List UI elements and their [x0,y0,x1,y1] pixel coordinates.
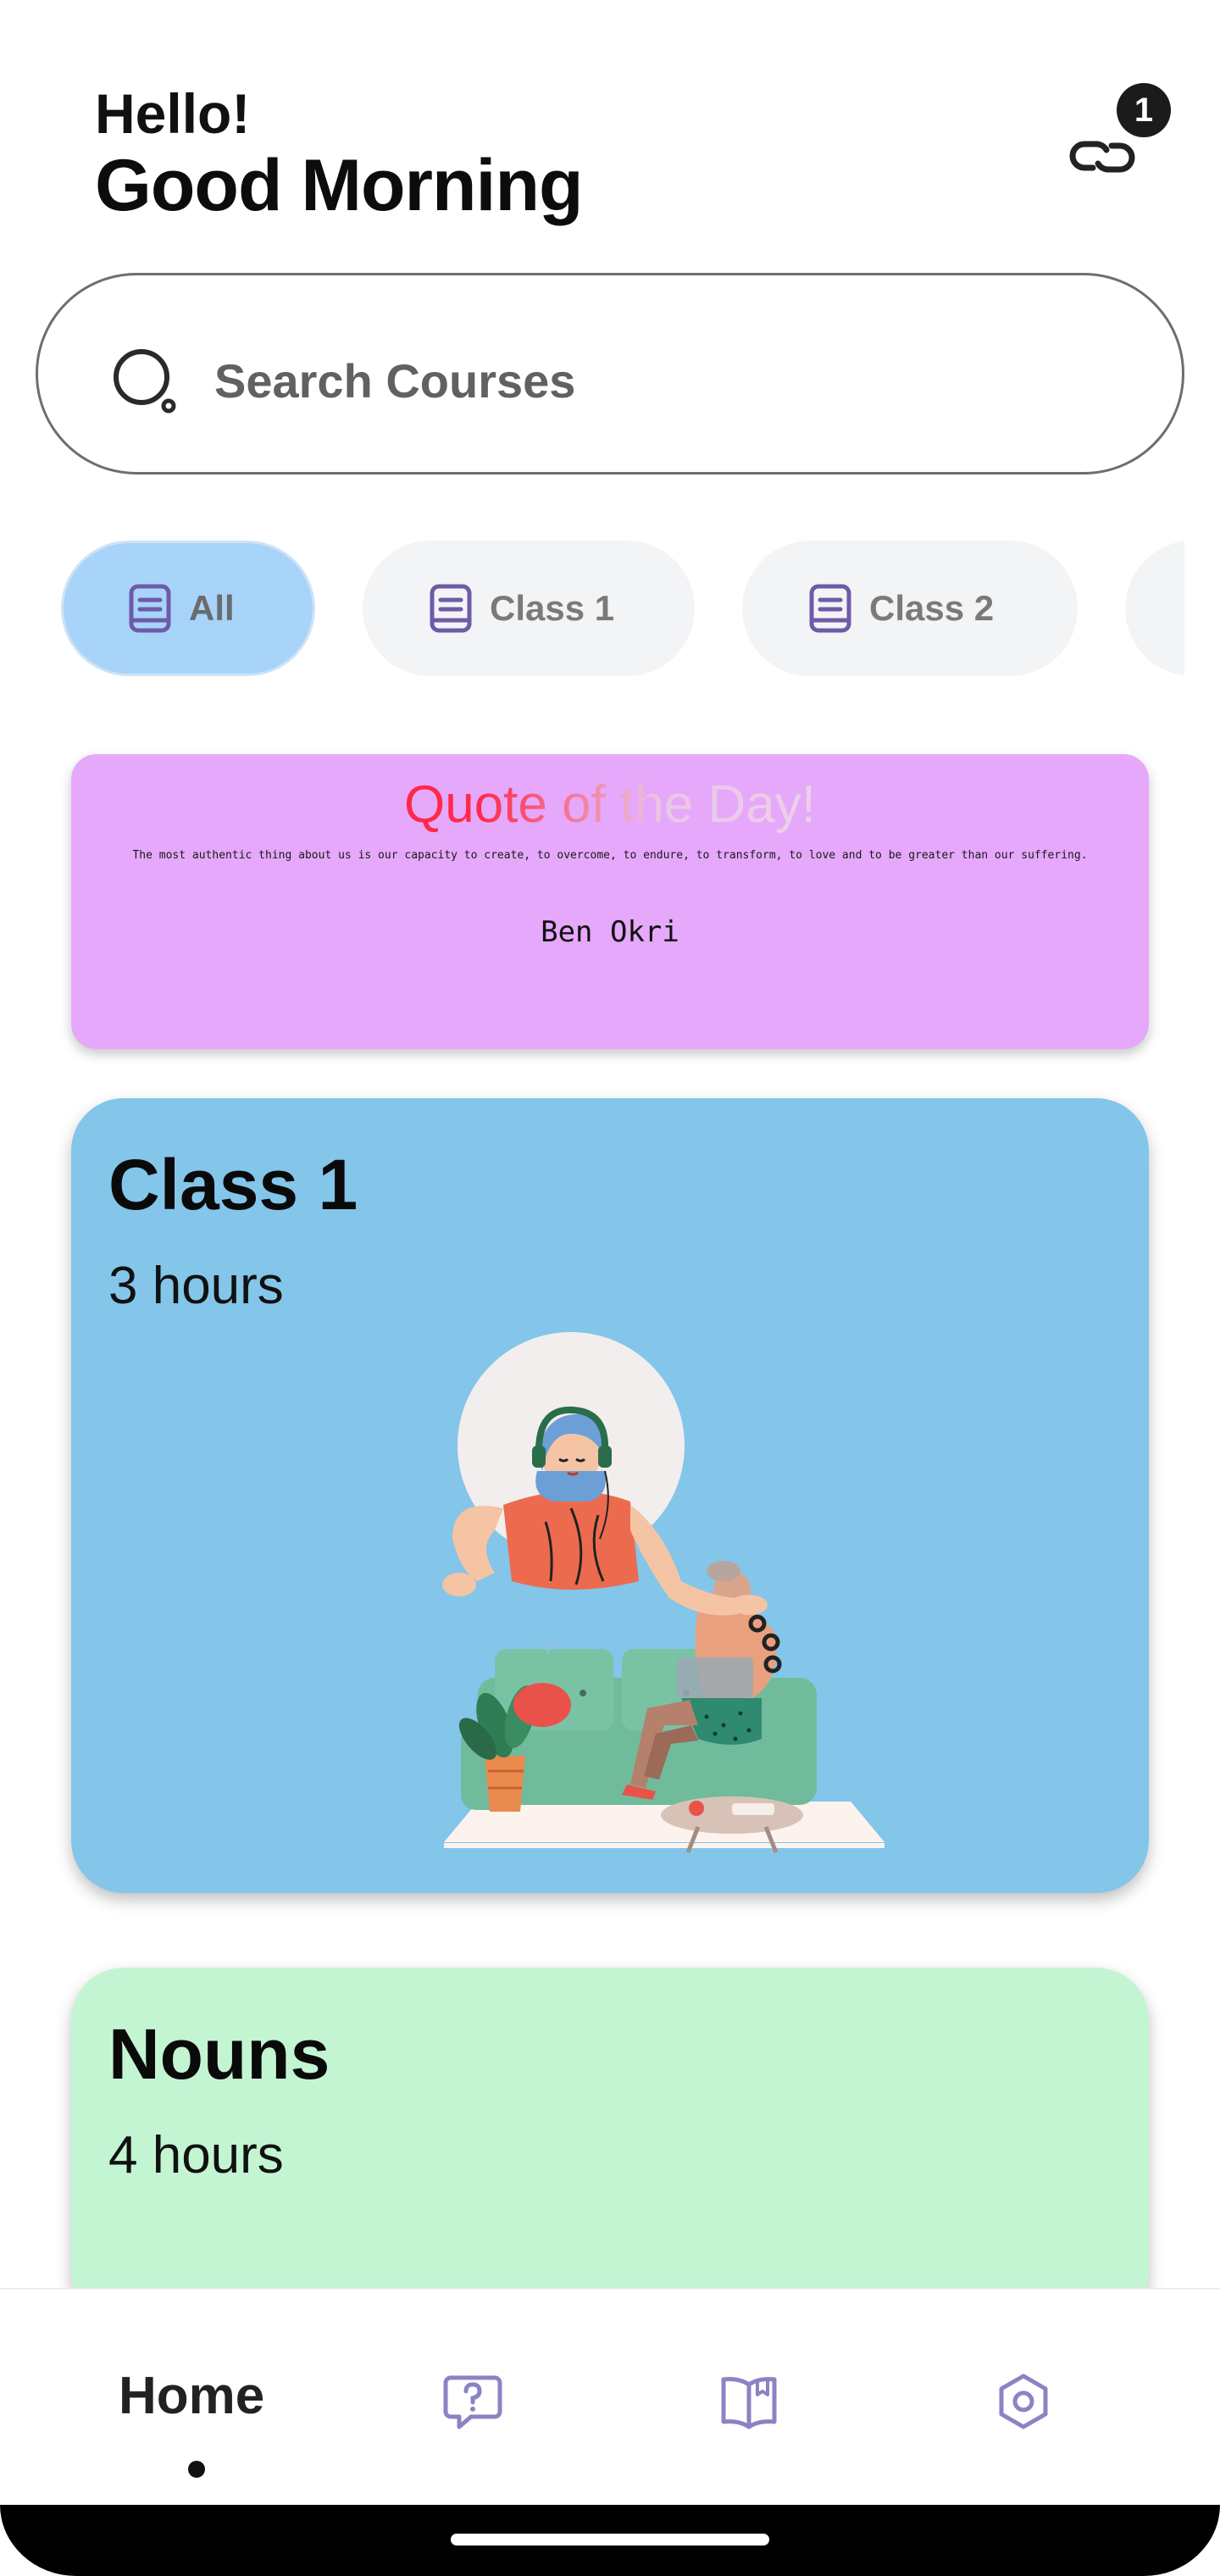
relaxing-people-illustration: ✧ [442,1332,884,1853]
question-chat-icon[interactable] [442,2371,503,2432]
chip-more[interactable] [1125,541,1184,676]
course-title: Class 1 [108,1145,358,1224]
greeting-text: Hello! [95,82,251,145]
settings-hex-icon[interactable] [993,2371,1054,2432]
chip-label: All [189,588,235,628]
svg-text:✧: ✧ [537,1633,558,1663]
page-title: Good Morning [95,145,584,226]
active-indicator-dot [188,2461,205,2478]
notification-badge[interactable]: 1 [1117,83,1171,137]
chip-class-2[interactable]: Class 2 [742,541,1078,676]
book-icon [129,584,171,633]
search-input[interactable] [214,353,1062,408]
home-indicator[interactable] [451,2534,769,2545]
quote-title: Quote of the Day! [71,774,1149,835]
search-bar[interactable] [36,273,1184,475]
quote-author: Ben Okri [541,915,679,949]
chip-all[interactable]: All [61,541,315,676]
bottom-navigation: Home [0,2288,1220,2507]
course-title: Nouns [108,2014,330,2094]
search-icon [114,349,176,414]
book-icon [430,584,472,633]
course-hours: 4 hours [108,2126,284,2185]
book-open-icon[interactable] [718,2371,779,2432]
course-hours: 3 hours [108,1257,284,1315]
chip-label: Class 1 [490,588,615,628]
quote-card: Quote of the Day! The most authentic thi… [71,754,1149,1049]
course-card-nouns[interactable]: Nouns 4 hours [71,1968,1149,2323]
course-card-class-1[interactable]: Class 1 3 hours ✧ [71,1098,1149,1893]
nav-home[interactable]: Home [119,2366,264,2426]
category-chips: All Class 1 Class 2 [61,541,1184,678]
quote-text: The most authentic thing about us is our… [132,849,1088,862]
book-icon [809,584,851,633]
chip-label: Class 2 [869,588,995,628]
chip-class-1[interactable]: Class 1 [363,541,695,676]
